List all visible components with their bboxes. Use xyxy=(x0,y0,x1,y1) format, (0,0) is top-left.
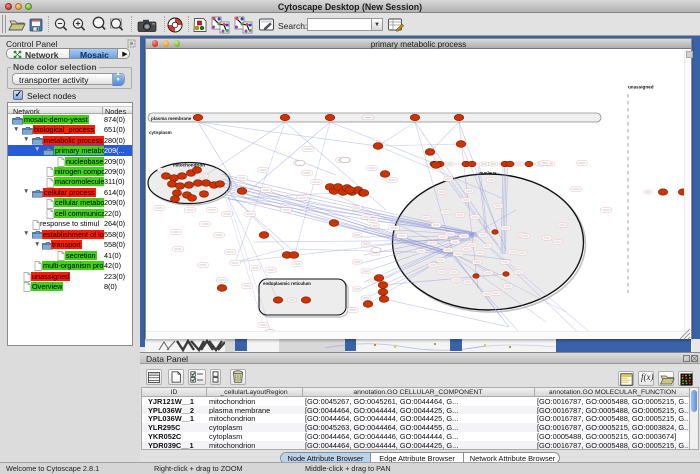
svg-text:nucleus: nucleus xyxy=(479,170,497,175)
svg-text:endoplasmic reticulum: endoplasmic reticulum xyxy=(263,281,311,286)
svg-text:cytoplasm: cytoplasm xyxy=(149,130,172,135)
svg-text:mitochondrion: mitochondrion xyxy=(173,162,205,167)
svg-text:unassigned: unassigned xyxy=(628,84,654,89)
svg-text:plasma membrane: plasma membrane xyxy=(151,115,192,120)
